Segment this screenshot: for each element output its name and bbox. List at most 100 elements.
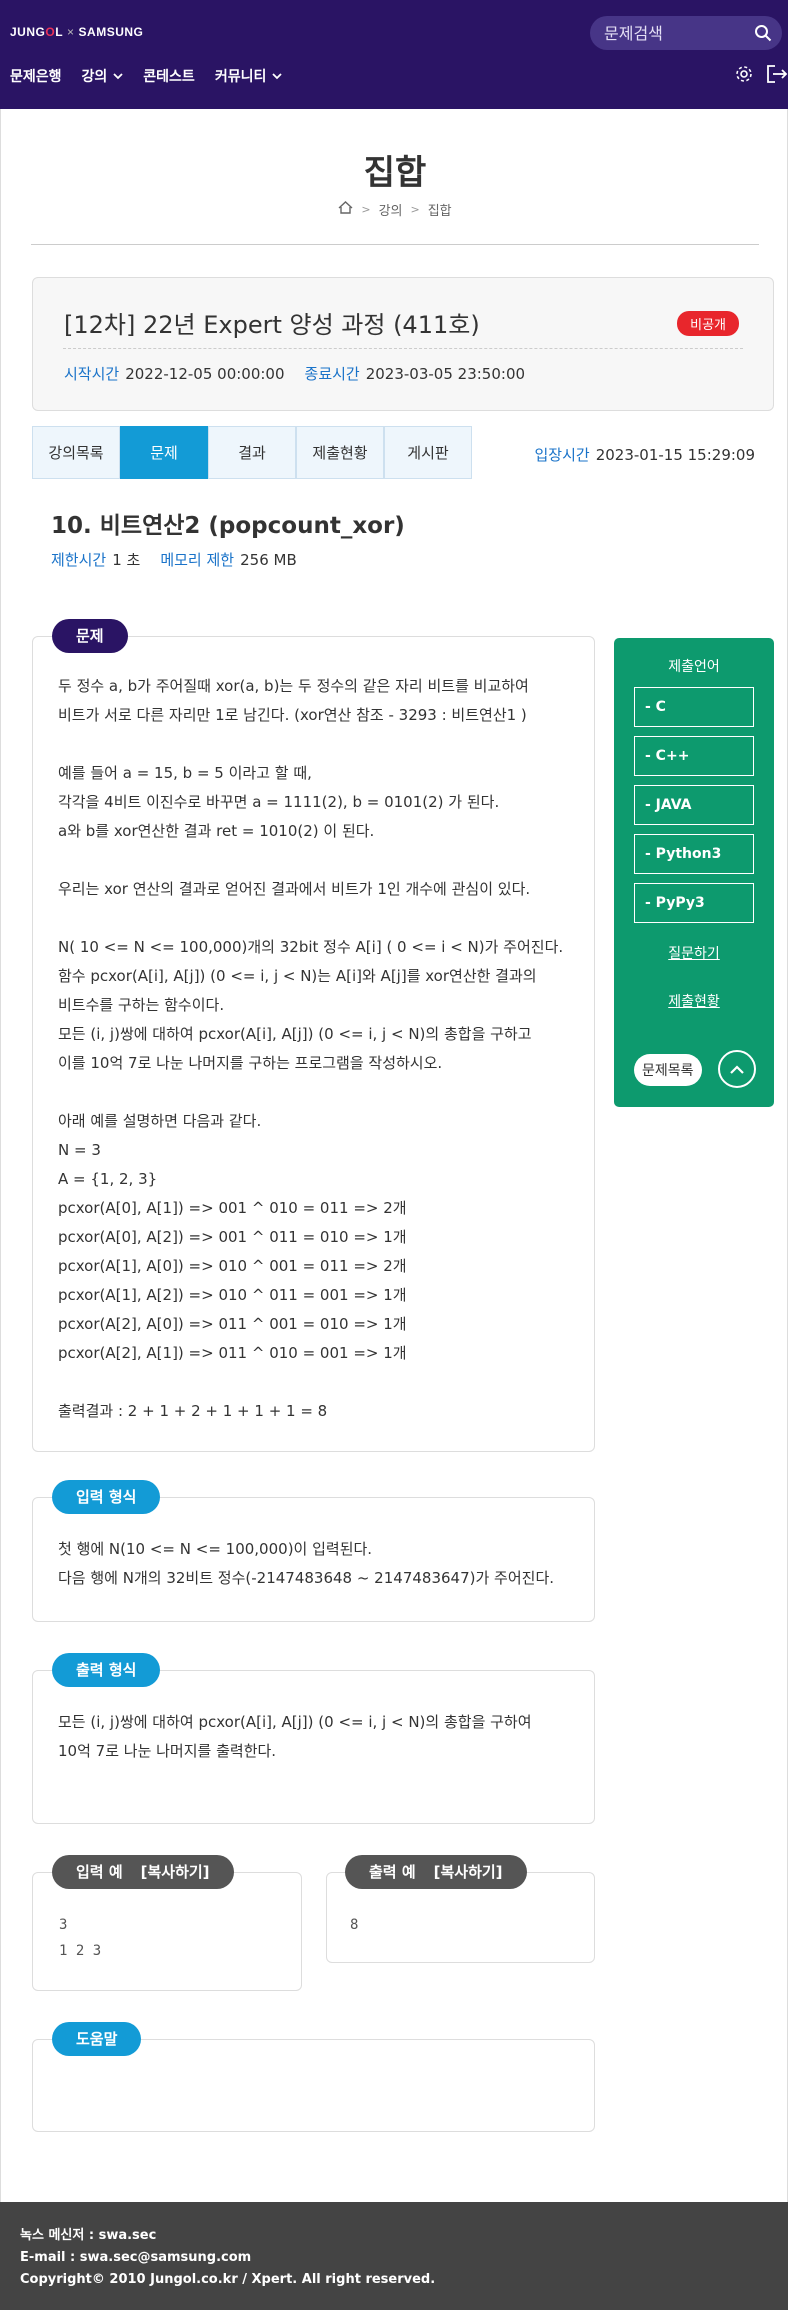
tab-bar: 강의목록 문제 결과 제출현황 게시판 (32, 426, 472, 479)
input-format-label: 입력 형식 (52, 1480, 161, 1514)
statement-line: 함수 pcxor(A[i], A[j]) (0 <= i, j < N)는 A[… (58, 967, 537, 985)
start-time-label: 시작시간 (64, 365, 120, 383)
tab-lecture-list[interactable]: 강의목록 (32, 426, 120, 479)
statement-line: 두 정수 a, b가 주어질때 xor(a, b)는 두 정수의 같은 자리 비… (58, 677, 529, 695)
search-icon[interactable] (754, 24, 772, 46)
statement-line: pcxor(A[0], A[2]) => 001 ^ 011 = 010 => … (58, 1228, 407, 1246)
nav-problem-bank[interactable]: 문제은행 (10, 66, 62, 86)
footer-copyright: Copyright© 2010 Jungol.co.kr / Xpert. Al… (20, 2272, 436, 2287)
lang-python3-button[interactable]: - Python3 (634, 834, 754, 874)
statement-line (58, 730, 563, 759)
lang-c-button[interactable]: - C (634, 687, 754, 727)
statement-line: 출력결과 : 2 + 1 + 2 + 1 + 1 + 1 = 8 (58, 1402, 328, 1420)
end-time-label: 종료시간 (304, 365, 360, 383)
footer-email: E-mail : swa.sec@samsung.com (20, 2250, 252, 2265)
chevron-right-icon: > (361, 203, 371, 216)
statement-line (58, 904, 563, 933)
start-time-value: 2022-12-05 00:00:00 (125, 365, 285, 383)
submission-status-link[interactable]: 제출현황 (614, 991, 774, 1011)
lang-cpp-button[interactable]: - C++ (634, 736, 754, 776)
lang-pypy3-button[interactable]: - PyPy3 (634, 883, 754, 923)
output-format-line: 모든 (i, j)쌍에 대하여 pcxor(A[i], A[j]) (0 <= … (58, 1713, 532, 1731)
statement-line (58, 1078, 563, 1107)
top-header: JUNGOL×SAMSUNG 문제은행 강의 콘테스트 커뮤니티 (0, 0, 788, 109)
statement-line: 비트수를 구하는 함수이다. (58, 996, 225, 1014)
ask-question-link[interactable]: 질문하기 (614, 943, 774, 963)
problem-statement: 두 정수 a, b가 주어질때 xor(a, b)는 두 정수의 같은 자리 비… (58, 672, 563, 1426)
tab-result[interactable]: 결과 (208, 426, 296, 479)
copy-input-button[interactable]: [복사하기] (141, 1863, 210, 1881)
output-format-text: 모든 (i, j)쌍에 대하여 pcxor(A[i], A[j]) (0 <= … (58, 1708, 532, 1766)
breadcrumb-lecture[interactable]: 강의 (379, 200, 403, 219)
statement-line: pcxor(A[0], A[1]) => 001 ^ 010 = 011 => … (58, 1199, 407, 1217)
sample-input-text: 3 1 2 3 (59, 1912, 101, 1964)
home-icon[interactable] (338, 201, 353, 218)
nav-community-label: 커뮤니티 (214, 69, 267, 85)
sample-output-line: 8 (350, 1917, 359, 1933)
gear-icon[interactable] (734, 64, 754, 88)
footer: 녹스 메신저 : swa.sec E-mail : swa.sec@samsun… (0, 2202, 788, 2310)
sample-input-line: 1 2 3 (59, 1943, 102, 1959)
entry-time: 입장시간 2023-01-15 15:29:09 (534, 444, 755, 465)
statement-line: pcxor(A[1], A[2]) => 010 ^ 011 = 001 => … (58, 1286, 407, 1304)
nav-lecture[interactable]: 강의 (82, 66, 124, 86)
output-format-box: 모든 (i, j)쌍에 대하여 pcxor(A[i], A[j]) (0 <= … (32, 1670, 595, 1824)
logo-separator: × (67, 25, 75, 39)
search-box (590, 16, 782, 50)
copy-output-button[interactable]: [복사하기] (434, 1863, 503, 1881)
logo-text-right: L (55, 25, 64, 39)
problem-title: 10. 비트연산2 (popcount_xor) (51, 513, 405, 539)
statement-line: pcxor(A[2], A[1]) => 011 ^ 010 = 001 => … (58, 1344, 407, 1362)
search-input[interactable] (590, 16, 740, 50)
tab-submission-status[interactable]: 제출현황 (296, 426, 384, 479)
statement-line: a와 b를 xor연산한 결과 ret = 1010(2) 이 된다. (58, 822, 375, 840)
breadcrumb: > 강의 > 집합 (1, 200, 788, 219)
logo-text-left: JUNG (10, 25, 46, 39)
course-times: 시작시간 2022-12-05 00:00:00 종료시간 2023-03-05 23… (64, 363, 525, 384)
statement-line: 각각을 4비트 이진수로 바꾸면 a = 1111(2), b = 0101(2… (58, 793, 500, 811)
page-title: 집합 (363, 153, 427, 193)
main-nav: 문제은행 강의 콘테스트 커뮤니티 (10, 66, 282, 86)
statement-line: 아래 예를 설명하면 다음과 같다. (58, 1112, 262, 1130)
nav-community[interactable]: 커뮤니티 (215, 66, 283, 86)
chevron-down-icon (272, 72, 282, 80)
sidebar-title: 제출언어 (668, 659, 720, 675)
statement-line: 이를 10억 7로 나눈 나머지를 구하는 프로그램을 작성하시오. (58, 1054, 443, 1072)
nav-contest[interactable]: 콘테스트 (143, 66, 195, 86)
tab-board[interactable]: 게시판 (384, 426, 472, 479)
problem-list-button[interactable]: 문제목록 (634, 1054, 702, 1086)
tab-problem[interactable]: 문제 (120, 426, 208, 479)
main-content: 집합 > 강의 > 집합 [12차] 22년 Expert 양성 과정 (411… (0, 109, 788, 2202)
logout-icon[interactable] (766, 64, 788, 88)
breadcrumb-current[interactable]: 집합 (428, 200, 452, 219)
sample-input-box: 3 1 2 3 (32, 1872, 302, 1991)
sample-output-title: 출력 예 (369, 1863, 416, 1881)
course-title: [12차] 22년 Expert 양성 과정 (411호) (64, 311, 480, 339)
nav-lecture-label: 강의 (81, 69, 108, 85)
statement-line: N( 10 <= N <= 100,000)개의 32bit 정수 A[i] (… (58, 938, 564, 956)
chevron-down-icon (113, 72, 123, 80)
statement-line: 비트가 서로 다른 자리만 1로 남긴다. (xor연산 참조 - 3293 :… (58, 706, 527, 724)
problem-statement-box: 두 정수 a, b가 주어질때 xor(a, b)는 두 정수의 같은 자리 비… (32, 636, 595, 1452)
site-logo[interactable]: JUNGOL × SAMSUNG (10, 25, 143, 39)
input-format-line: 첫 행에 N(10 <= N <= 100,000)이 입력된다. (58, 1540, 373, 1558)
help-label: 도움말 (52, 2022, 142, 2056)
sample-input-label: 입력 예 [복사하기] (52, 1855, 234, 1889)
lang-java-button[interactable]: - JAVA (634, 785, 754, 825)
sample-input-title: 입력 예 (76, 1863, 123, 1881)
statement-line: 우리는 xor 연산의 결과로 얻어진 결과에서 비트가 1인 개수에 관심이 … (58, 880, 531, 898)
status-badge: 비공개 (677, 311, 739, 336)
course-info-box: [12차] 22년 Expert 양성 과정 (411호) 비공개 시작시간 20… (32, 277, 774, 411)
problem-limits: 제한시간 1 초 메모리 제한 256 MB (51, 549, 297, 570)
statement-line: 모든 (i, j)쌍에 대하여 pcxor(A[i], A[j]) (0 <= … (58, 1025, 532, 1043)
statement-line (58, 846, 563, 875)
statement-line: pcxor(A[2], A[0]) => 011 ^ 001 = 010 => … (58, 1315, 407, 1333)
footer-messenger: 녹스 메신저 : swa.sec (20, 2228, 157, 2243)
logo-brand: SAMSUNG (78, 25, 144, 39)
memory-limit-label: 메모리 제한 (160, 551, 235, 569)
output-format-label: 출력 형식 (52, 1653, 161, 1687)
statement-line: pcxor(A[1], A[0]) => 010 ^ 001 = 011 => … (58, 1257, 407, 1275)
submit-sidebar: 제출언어 - C - C++ - JAVA - Python3 - PyPy3 … (614, 638, 774, 1107)
end-time-value: 2023-03-05 23:50:00 (365, 365, 526, 383)
scroll-top-button[interactable] (718, 1050, 756, 1088)
